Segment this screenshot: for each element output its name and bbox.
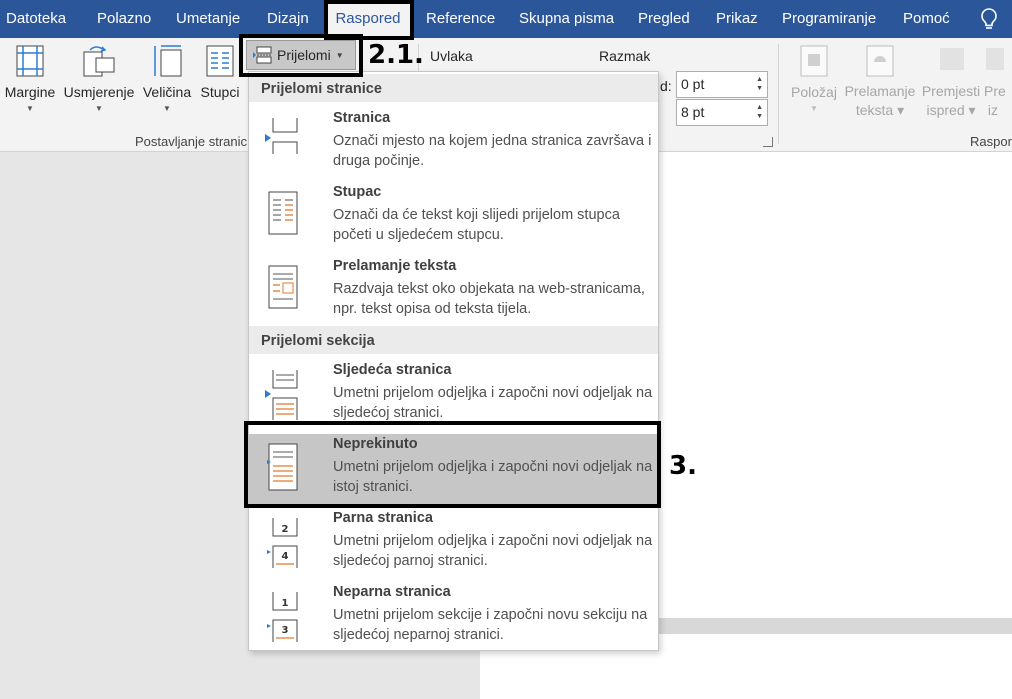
margins-label: Margine xyxy=(4,84,56,100)
item-title: Stranica xyxy=(333,110,391,126)
indent-label: Uvlaka xyxy=(430,48,473,64)
position-label: Položaj xyxy=(791,84,837,100)
break-item-even-page[interactable]: 2 4 Parna stranica Umetni prijelom odjel… xyxy=(249,508,658,582)
even-page-icon: 2 4 xyxy=(267,518,298,568)
tab-prikaz[interactable]: Prikaz xyxy=(716,0,758,38)
orientation-button[interactable]: Usmjerenje ▼ xyxy=(62,44,136,113)
wrap-text-button[interactable]: Prelamanje teksta ▾ xyxy=(842,44,918,120)
bring-forward-button[interactable]: Premjesti ispred ▾ xyxy=(918,44,984,120)
size-button[interactable]: Veličina ▼ xyxy=(140,44,194,113)
callout-label-step-2-1: 2.1. xyxy=(368,40,424,70)
chevron-down-icon: ▼ xyxy=(95,104,103,113)
tab-umetanje[interactable]: Umetanje xyxy=(176,0,240,38)
size-label: Veličina xyxy=(142,84,192,100)
callout-box-breaks xyxy=(239,34,363,77)
odd-page-icon: 1 3 xyxy=(267,592,298,642)
tab-pregled[interactable]: Pregled xyxy=(638,0,690,38)
chevron-down-icon: ▼ xyxy=(810,104,818,113)
spacing-after-value: 8 pt xyxy=(681,104,705,120)
item-title: Sljedeća stranica xyxy=(333,362,452,378)
group-separator xyxy=(778,44,779,144)
tab-pomoc[interactable]: Pomoć xyxy=(903,0,950,38)
send-backward-label: Pre iz xyxy=(984,83,1006,118)
lightbulb-icon[interactable] xyxy=(978,7,1000,31)
tab-polazno[interactable]: Polazno xyxy=(97,0,151,38)
break-item-text-wrapping[interactable]: Prelamanje teksta Razdvaja tekst oko obj… xyxy=(249,256,658,330)
breaks-dropdown: Prijelomi stranice Stranica Označi mjest… xyxy=(248,71,659,651)
document-page-edge xyxy=(655,618,1012,634)
spacing-after-field[interactable]: 8 pt ▲ ▼ xyxy=(676,99,768,126)
item-title: Parna stranica xyxy=(333,510,433,526)
page-size-icon xyxy=(154,45,182,77)
arrange-group-label: Raspor xyxy=(970,134,1012,149)
tab-dizajn[interactable]: Dizajn xyxy=(267,0,309,38)
tab-skupna-pisma[interactable]: Skupna pisma xyxy=(519,0,614,38)
item-description: Označi da će tekst koji slijedi prijelom… xyxy=(333,207,620,243)
break-item-odd-page[interactable]: 1 3 Neparna stranica Umetni prijelom sek… xyxy=(249,582,658,656)
orientation-icon xyxy=(83,46,115,77)
text-wrapping-icon xyxy=(268,265,298,309)
columns-button[interactable]: Stupci xyxy=(198,44,242,100)
next-page-icon xyxy=(265,370,298,420)
spin-arrows-icon[interactable]: ▲ ▼ xyxy=(756,75,763,93)
item-title: Prelamanje teksta xyxy=(333,258,457,274)
spacing-before-field[interactable]: 0 pt ▲ ▼ xyxy=(676,71,768,98)
item-title: Stupac xyxy=(333,184,382,200)
menu-bar: Datoteka Polazno Umetanje Dizajn Raspore… xyxy=(0,0,1012,38)
item-description: Umetni prijelom odjeljka i započni novi … xyxy=(333,385,653,421)
orientation-label: Usmjerenje xyxy=(63,84,135,100)
tab-reference[interactable]: Reference xyxy=(426,0,495,38)
callout-box-continuous xyxy=(244,421,661,508)
columns-icon xyxy=(206,45,234,77)
svg-text:3: 3 xyxy=(282,625,289,636)
spacing-label: Razmak xyxy=(599,48,651,64)
wrap-text-icon xyxy=(866,45,894,77)
page-setup-group-label: Postavljanje stranic xyxy=(135,134,247,149)
item-description: Umetni prijelom sekcije i započni novu s… xyxy=(333,607,648,643)
tab-programiranje[interactable]: Programiranje xyxy=(782,0,876,38)
margins-button[interactable]: Margine ▼ xyxy=(2,44,58,113)
page-breaks-header: Prijelomi stranice xyxy=(249,74,658,102)
chevron-down-icon: ▼ xyxy=(26,104,34,113)
svg-text:1: 1 xyxy=(282,598,289,609)
position-button[interactable]: Položaj ▼ xyxy=(786,44,842,113)
item-description: Razdvaja tekst oko objekata na web-stran… xyxy=(333,281,645,317)
send-backward-button[interactable]: Pre iz xyxy=(984,44,1012,120)
bring-forward-label: Premjesti ispred ▾ xyxy=(921,83,981,118)
paragraph-dialog-launcher-icon[interactable] xyxy=(763,137,773,147)
chevron-down-icon: ▼ xyxy=(163,104,171,113)
item-description: Označi mjesto na kojem jedna stranica za… xyxy=(333,133,652,169)
tab-datoteka[interactable]: Datoteka xyxy=(6,0,66,38)
item-title: Neparna stranica xyxy=(333,584,451,600)
wrap-text-label: Prelamanje teksta ▾ xyxy=(844,83,916,118)
spacing-before-label: d: xyxy=(660,78,672,94)
callout-label-step-3: 3. xyxy=(669,451,697,481)
spin-arrows-icon[interactable]: ▲ ▼ xyxy=(756,103,763,121)
break-item-column[interactable]: Stupac Označi da će tekst koji slijedi p… xyxy=(249,182,658,256)
bring-forward-icon xyxy=(940,48,964,70)
svg-text:2: 2 xyxy=(282,524,289,535)
break-item-page[interactable]: Stranica Označi mjesto na kojem jedna st… xyxy=(249,108,658,182)
spacing-before-value: 0 pt xyxy=(681,76,705,92)
page-break-icon xyxy=(265,118,298,154)
item-description: Umetni prijelom odjeljka i započni novi … xyxy=(333,533,653,569)
position-icon xyxy=(800,45,828,77)
column-break-icon xyxy=(268,191,298,235)
section-breaks-header: Prijelomi sekcija xyxy=(249,326,658,354)
margins-icon xyxy=(16,45,44,77)
columns-label: Stupci xyxy=(200,84,240,100)
send-backward-icon xyxy=(986,48,1004,70)
svg-text:4: 4 xyxy=(282,551,289,562)
